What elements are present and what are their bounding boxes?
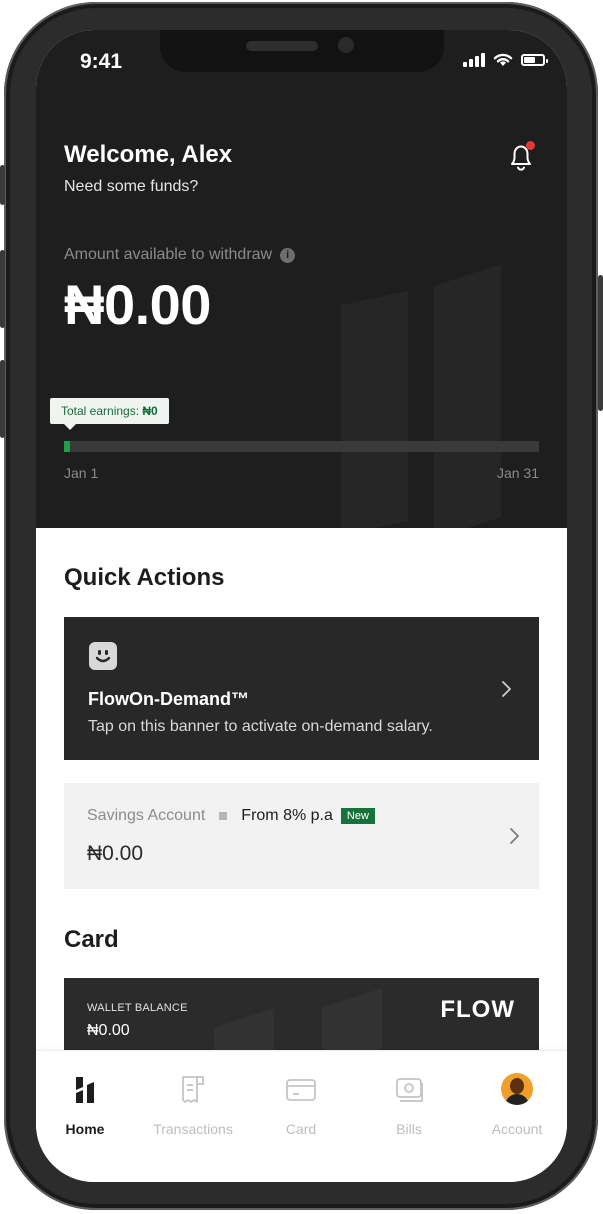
tab-card-label: Card xyxy=(285,1121,317,1137)
chevron-right-icon xyxy=(510,828,519,844)
device-notch xyxy=(160,30,444,72)
flow-logo: FLOW xyxy=(440,996,515,1023)
tab-home-label: Home xyxy=(65,1121,105,1137)
flow-on-demand-description: Tap on this banner to activate on-demand… xyxy=(88,718,433,735)
hero-panel: 9:41 Welcome, Alex Need some funds? Amou… xyxy=(36,30,567,528)
tab-account-label: Account xyxy=(491,1121,543,1137)
tab-card[interactable]: Card xyxy=(248,1073,354,1137)
speaker-grille xyxy=(246,41,318,51)
volume-down-button xyxy=(0,360,5,438)
tab-bills[interactable]: Bills xyxy=(356,1073,462,1137)
background-building-shape xyxy=(341,290,408,528)
savings-amount: ₦0.00 xyxy=(87,842,144,865)
front-camera xyxy=(338,37,354,53)
cellular-signal-icon xyxy=(463,52,485,67)
flow-on-demand-banner[interactable]: FlowOn-Demand™ Tap on this banner to act… xyxy=(64,617,539,760)
avatar xyxy=(501,1073,533,1105)
wifi-icon xyxy=(493,53,513,66)
receipt-icon xyxy=(182,1076,204,1103)
separator-dot xyxy=(219,812,228,820)
welcome-heading: Welcome, Alex xyxy=(64,141,233,168)
volume-up-button xyxy=(0,250,5,328)
chevron-right-icon xyxy=(502,681,511,697)
status-time: 9:41 xyxy=(80,50,123,73)
wallet-balance-label: WALLET BALANCE xyxy=(87,1002,188,1014)
tab-bills-label: Bills xyxy=(396,1121,422,1137)
savings-label: Savings Account xyxy=(87,807,206,824)
tab-transactions[interactable]: Transactions xyxy=(140,1073,246,1137)
tab-account[interactable]: Account xyxy=(464,1073,567,1137)
card-icon xyxy=(286,1079,316,1101)
withdraw-label: Amount available to withdraw xyxy=(64,246,273,263)
total-earnings-label: Total earnings: xyxy=(61,404,143,418)
bottom-tab-bar: Home Transactions Card Bills Account xyxy=(36,1050,567,1182)
total-earnings-tooltip: Total earnings: ₦0 xyxy=(50,398,169,430)
savings-header-row: Savings Account From 8% p.a New xyxy=(87,807,375,825)
info-icon[interactable]: i xyxy=(280,247,296,263)
flow-on-demand-title: FlowOn-Demand™ xyxy=(88,689,249,709)
wallet-balance-amount: ₦0.00 xyxy=(87,1022,130,1039)
total-earnings-value: ₦0 xyxy=(142,404,158,418)
notification-badge xyxy=(526,141,535,150)
savings-rate: From 8% p.a xyxy=(241,807,333,824)
smiley-face-icon xyxy=(89,642,117,670)
background-building-shape xyxy=(434,264,501,528)
welcome-subtitle: Need some funds? xyxy=(64,178,199,195)
withdraw-amount: ₦0.00 xyxy=(64,273,211,336)
home-logo-icon xyxy=(76,1077,94,1103)
bills-icon xyxy=(396,1078,423,1102)
withdraw-label-row: Amount available to withdraw i xyxy=(64,246,296,264)
notification-bell-icon[interactable] xyxy=(506,140,538,174)
savings-account-card[interactable]: Savings Account From 8% p.a New ₦0.00 xyxy=(64,783,539,889)
battery-icon xyxy=(521,53,548,66)
new-badge: New xyxy=(340,808,375,824)
tab-transactions-label: Transactions xyxy=(153,1121,233,1137)
card-section-title: Card xyxy=(64,926,119,953)
status-icons xyxy=(463,52,548,67)
quick-actions-title: Quick Actions xyxy=(64,564,225,591)
screen: 9:41 Welcome, Alex Need some funds? Amou… xyxy=(36,30,567,1182)
tab-home[interactable]: Home xyxy=(36,1073,138,1137)
earnings-progress-bar xyxy=(64,441,539,452)
power-button xyxy=(598,275,603,411)
earnings-progress-fill xyxy=(64,441,70,452)
period-end-date: Jan 31 xyxy=(496,465,539,481)
period-start-date: Jan 1 xyxy=(64,465,99,481)
mute-switch xyxy=(0,165,5,205)
